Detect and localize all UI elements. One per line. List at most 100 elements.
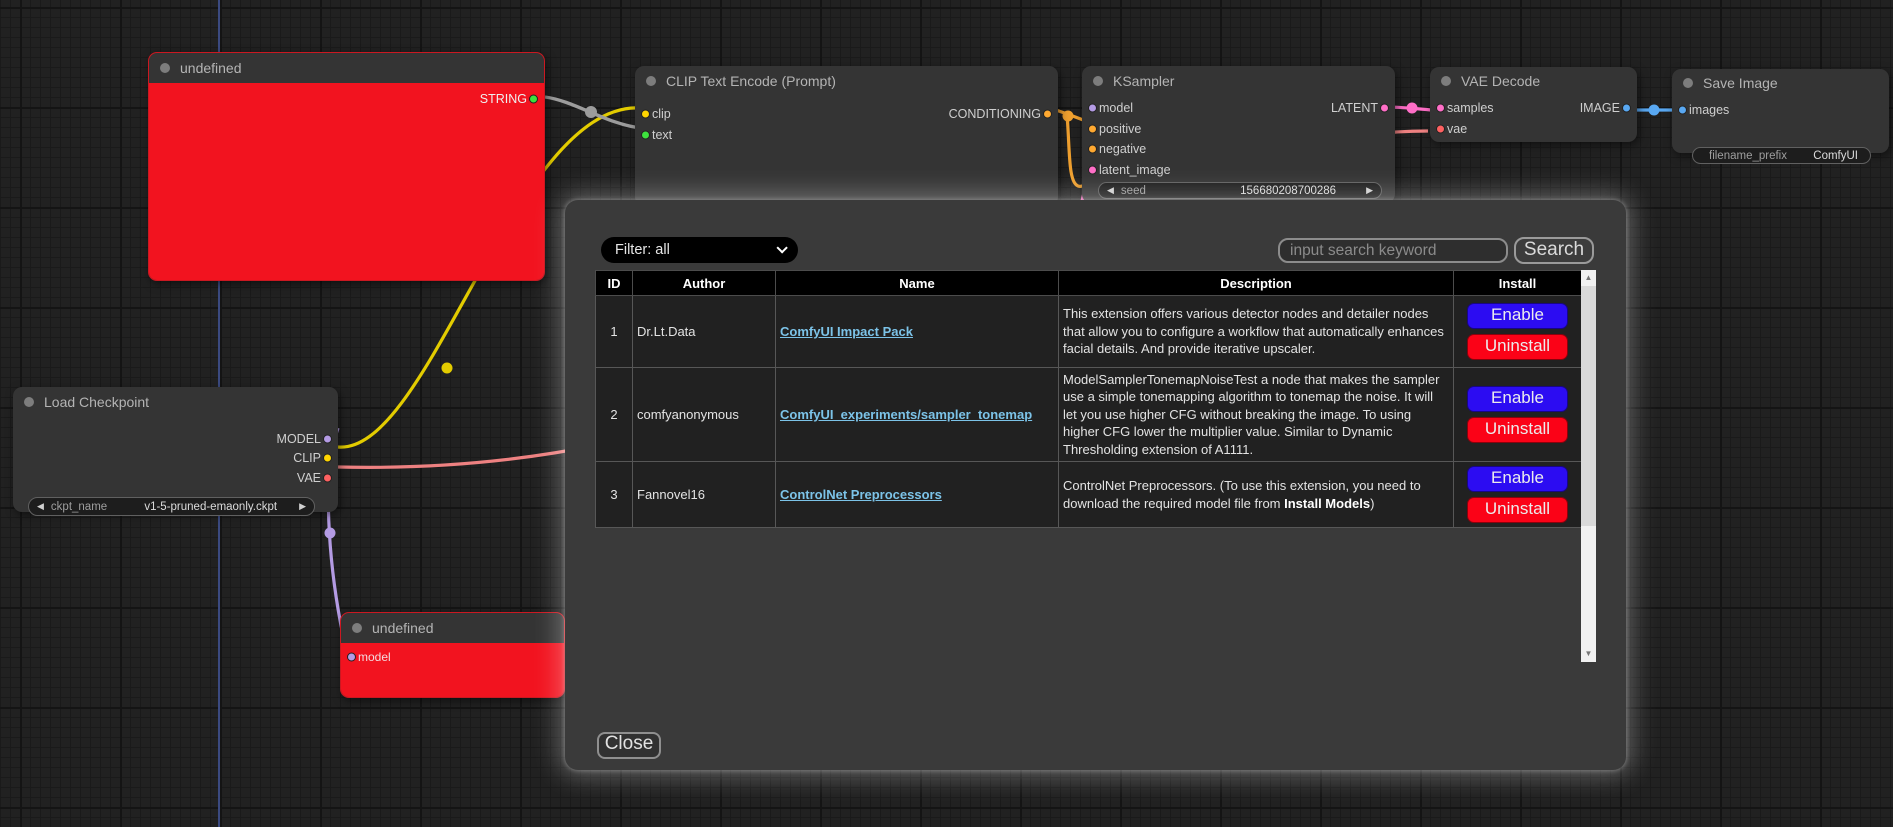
scrollbar-thumb[interactable]	[1581, 286, 1596, 526]
reroute-dot-model[interactable]	[325, 528, 336, 539]
table-scrollbar[interactable]: ▲ ▼	[1581, 270, 1596, 662]
node-collapse-dot-icon[interactable]	[24, 397, 34, 407]
output-slot-latent[interactable]	[1380, 104, 1389, 113]
output-slot-conditioning[interactable]	[1043, 109, 1052, 118]
widget-label: seed	[1121, 185, 1146, 197]
input-label-samples: samples	[1447, 101, 1494, 115]
node-collapse-dot-icon[interactable]	[352, 623, 362, 633]
output-slot-clip[interactable]	[323, 454, 332, 463]
input-slot-vae[interactable]	[1436, 124, 1445, 133]
scroll-up-icon[interactable]: ▲	[1585, 270, 1593, 286]
input-slot-images[interactable]	[1678, 105, 1687, 114]
node-header: KSampler	[1082, 66, 1395, 96]
filename-prefix-widget[interactable]: filename_prefix ComfyUI	[1692, 147, 1871, 164]
header-description: Description	[1059, 271, 1454, 296]
output-slot-model[interactable]	[323, 434, 332, 443]
node-header: undefined	[149, 53, 544, 83]
cell-author: comfyanonymous	[633, 368, 776, 462]
seed-widget[interactable]: ◀ seed 156680208700286 ▶	[1098, 182, 1382, 199]
input-label-latent-image: latent_image	[1099, 163, 1171, 177]
node-collapse-dot-icon[interactable]	[1683, 78, 1693, 88]
widget-value: 156680208700286	[1240, 185, 1336, 197]
output-label-image: IMAGE	[1580, 101, 1620, 115]
input-label-text: text	[652, 128, 672, 142]
input-slot-text[interactable]	[641, 130, 650, 139]
node-undefined-bottom[interactable]: undefined model	[340, 612, 565, 698]
node-header: undefined	[341, 613, 564, 643]
decrement-arrow-icon[interactable]: ◀	[1107, 186, 1114, 195]
input-slot-latent-image[interactable]	[1088, 165, 1097, 174]
cell-id: 1	[596, 296, 633, 368]
input-slot-clip[interactable]	[641, 109, 650, 118]
cell-id: 3	[596, 462, 633, 528]
widget-value: ComfyUI	[1813, 150, 1858, 162]
header-author: Author	[633, 271, 776, 296]
cell-description: ControlNet Preprocessors. (To use this e…	[1059, 462, 1454, 528]
reroute-dot-latent[interactable]	[1407, 103, 1418, 114]
input-slot-positive[interactable]	[1088, 124, 1097, 133]
uninstall-button[interactable]: Uninstall	[1467, 417, 1568, 443]
input-slot-negative[interactable]	[1088, 145, 1097, 154]
node-collapse-dot-icon[interactable]	[160, 63, 170, 73]
node-save-image[interactable]: Save Image images filename_prefix ComfyU…	[1672, 69, 1889, 153]
input-label-positive: positive	[1099, 122, 1141, 136]
input-slot-samples[interactable]	[1436, 103, 1445, 112]
cell-id: 2	[596, 368, 633, 462]
reroute-dot-string[interactable]	[585, 106, 597, 118]
node-header: CLIP Text Encode (Prompt)	[635, 66, 1058, 96]
output-label-latent: LATENT	[1331, 101, 1378, 115]
node-header: Save Image	[1672, 69, 1889, 96]
widget-label: filename_prefix	[1709, 150, 1787, 162]
output-slot-image[interactable]	[1622, 103, 1631, 112]
node-title: undefined	[180, 60, 242, 76]
table-row: 3 Fannovel16 ControlNet Preprocessors Co…	[596, 462, 1582, 528]
output-label-conditioning: CONDITIONING	[949, 107, 1041, 121]
reroute-dot-clip[interactable]	[442, 363, 453, 374]
prev-arrow-icon[interactable]: ◀	[37, 502, 44, 511]
input-label-model: model	[358, 650, 391, 664]
extension-link[interactable]: ControlNet Preprocessors	[780, 487, 942, 502]
enable-button[interactable]: Enable	[1467, 466, 1568, 492]
cell-description: ModelSamplerTonemapNoiseTest a node that…	[1059, 368, 1454, 462]
reroute-dot-conditioning[interactable]	[1063, 111, 1074, 122]
next-arrow-icon[interactable]: ▶	[299, 502, 306, 511]
reroute-dot-image[interactable]	[1649, 105, 1660, 116]
node-title: undefined	[372, 620, 434, 636]
increment-arrow-icon[interactable]: ▶	[1366, 186, 1373, 195]
output-label-string: STRING	[480, 92, 527, 106]
output-label-model: MODEL	[277, 432, 321, 446]
extension-link[interactable]: ComfyUI Impact Pack	[780, 324, 913, 339]
output-slot-string[interactable]	[529, 95, 538, 104]
input-slot-model[interactable]	[347, 652, 356, 661]
node-title: Save Image	[1703, 75, 1778, 91]
close-button[interactable]: Close	[597, 732, 661, 759]
search-button[interactable]: Search	[1514, 237, 1594, 264]
scroll-down-icon[interactable]: ▼	[1585, 646, 1593, 662]
enable-button[interactable]: Enable	[1467, 303, 1568, 329]
node-canvas[interactable]: undefined STRING CLIP Text Encode (Promp…	[0, 0, 1893, 827]
uninstall-button[interactable]: Uninstall	[1467, 497, 1568, 523]
node-collapse-dot-icon[interactable]	[1093, 76, 1103, 86]
search-input[interactable]	[1278, 238, 1508, 263]
node-ksampler[interactable]: KSampler model LATENT positive negative …	[1082, 66, 1395, 203]
enable-button[interactable]: Enable	[1467, 386, 1568, 412]
node-vae-decode[interactable]: VAE Decode samples IMAGE vae	[1430, 67, 1637, 142]
node-collapse-dot-icon[interactable]	[1441, 76, 1451, 86]
ckpt-name-widget[interactable]: ◀ ckpt_name v1-5-pruned-emaonly.ckpt ▶	[28, 497, 315, 516]
node-load-checkpoint[interactable]: Load Checkpoint MODEL CLIP VAE ◀ ckpt_na…	[13, 387, 338, 512]
node-title: CLIP Text Encode (Prompt)	[666, 73, 836, 89]
input-slot-model[interactable]	[1088, 104, 1097, 113]
chevron-down-icon	[776, 242, 787, 253]
header-install: Install	[1454, 271, 1582, 296]
output-label-clip: CLIP	[293, 451, 321, 465]
node-clip-text-encode[interactable]: CLIP Text Encode (Prompt) clip CONDITION…	[635, 66, 1058, 206]
node-title: KSampler	[1113, 73, 1174, 89]
uninstall-button[interactable]: Uninstall	[1467, 334, 1568, 360]
output-slot-vae[interactable]	[323, 473, 332, 482]
output-label-vae: VAE	[297, 471, 321, 485]
node-undefined-top[interactable]: undefined STRING	[148, 52, 545, 281]
filter-select[interactable]: Filter: all	[601, 237, 798, 263]
node-collapse-dot-icon[interactable]	[646, 76, 656, 86]
node-header: VAE Decode	[1430, 67, 1637, 94]
extension-link[interactable]: ComfyUI_experiments/sampler_tonemap	[780, 407, 1032, 422]
